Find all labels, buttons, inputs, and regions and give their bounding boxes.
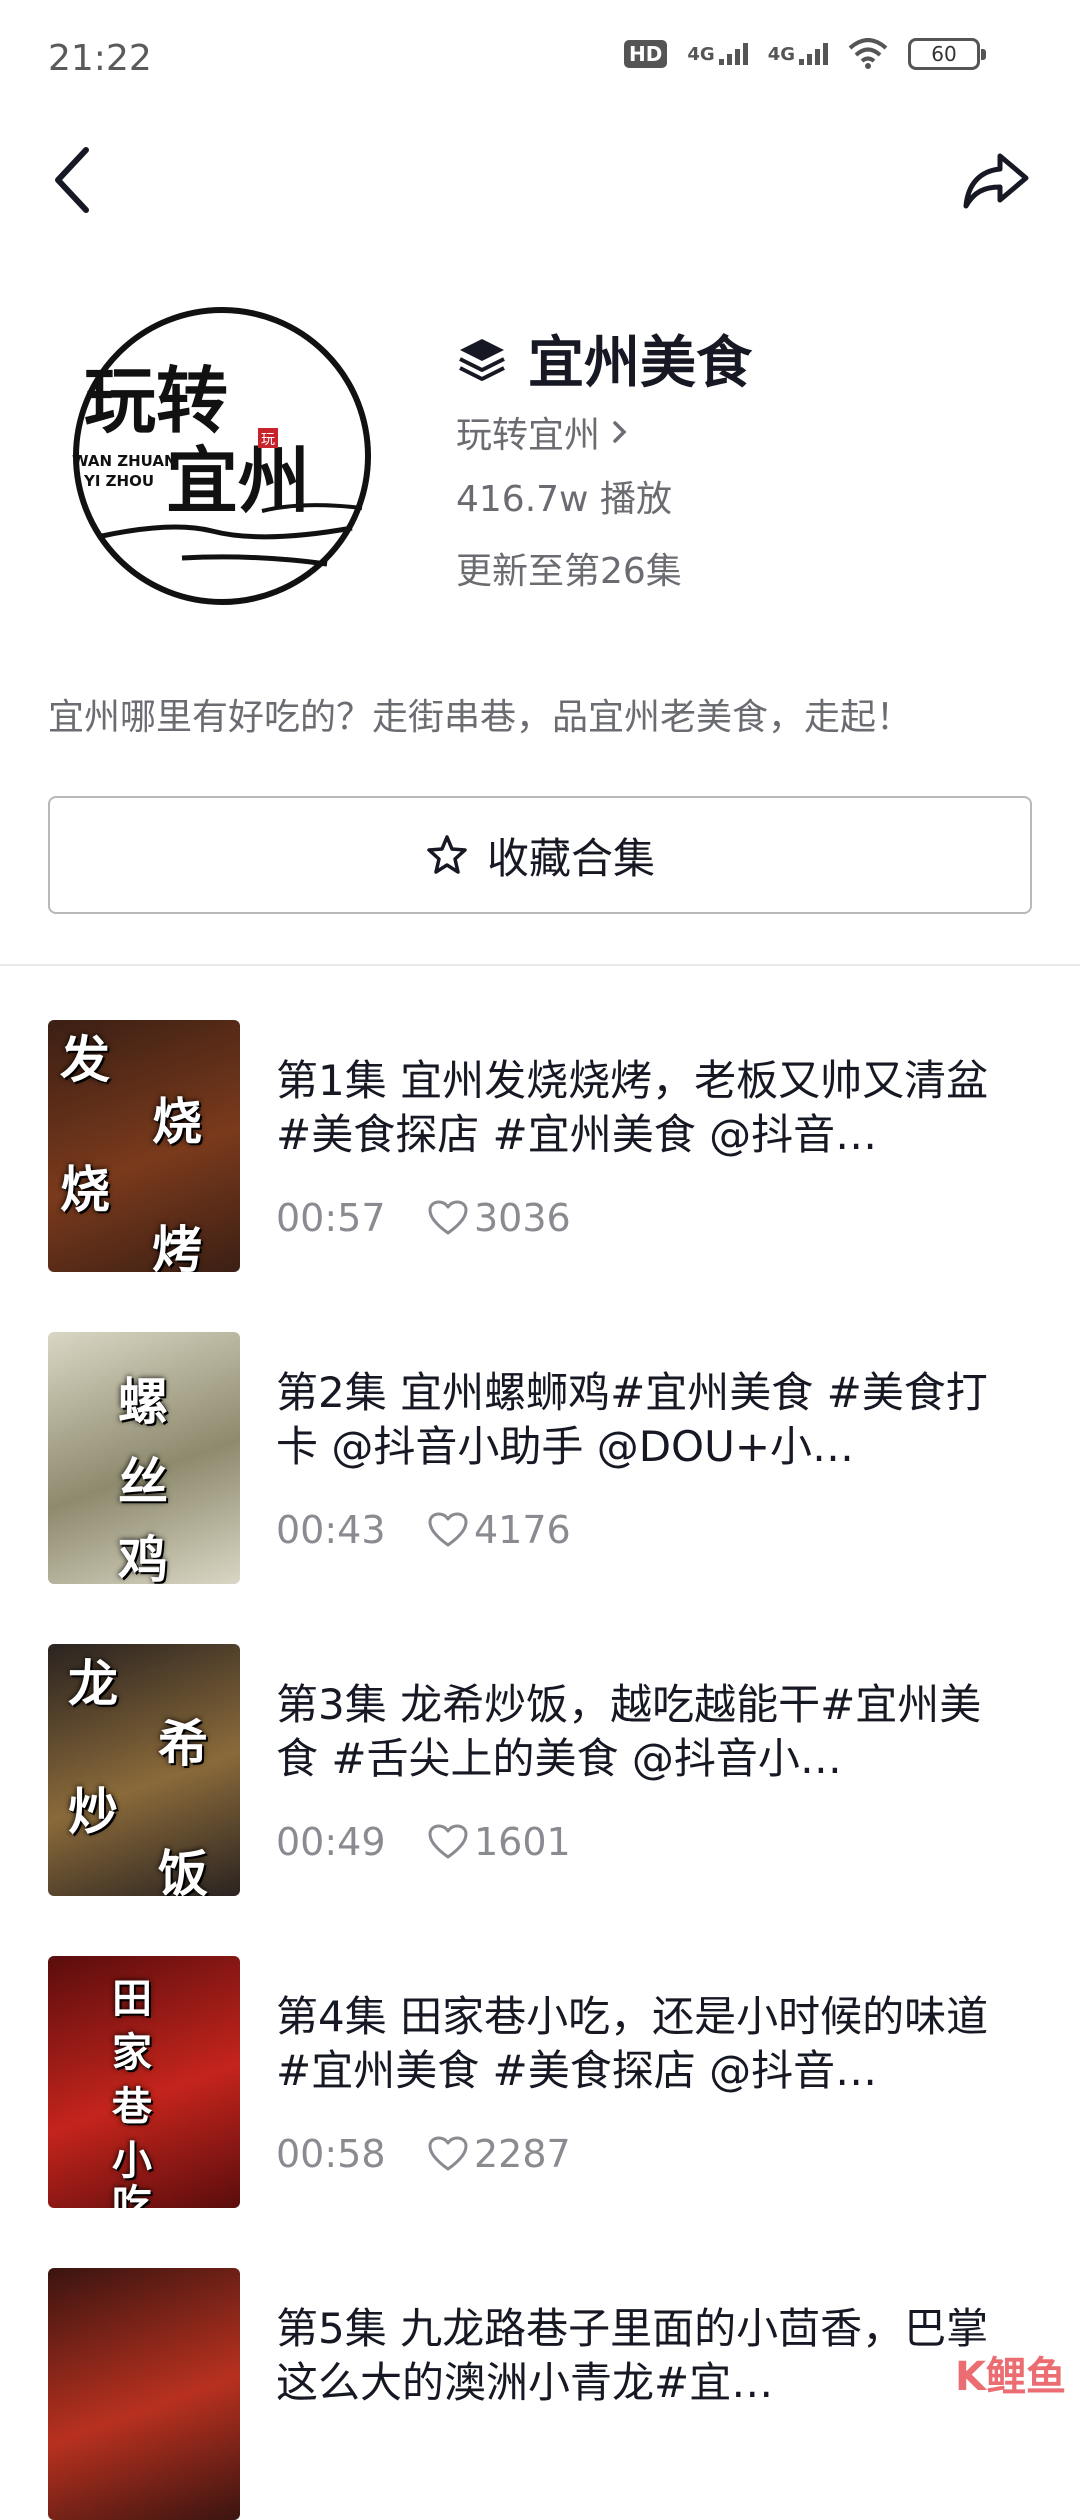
like-count: 4176 <box>474 1508 571 1552</box>
thumbnail-caption: 螺 <box>118 1362 168 1434</box>
thumbnail-caption: 饭 <box>158 1834 208 1896</box>
thumbnail-caption: 吃 <box>112 2172 152 2208</box>
cover-title-line2: 宜州 <box>166 438 310 523</box>
collection-title: 宜州美食 <box>456 318 752 399</box>
signal-icon: 4G <box>687 43 747 65</box>
thumbnail-caption: 田 <box>112 1966 152 2024</box>
heart-icon <box>428 1200 468 1236</box>
episode-likes: 1601 <box>428 1820 571 1864</box>
episode-title[interactable]: 第3集 龙希炒饭，越吃越能干#宜州美食 #舌尖上的美食 @抖音小… <box>276 1678 996 1786</box>
like-count: 2287 <box>474 2132 571 2176</box>
hd-icon: HD <box>624 40 667 68</box>
like-count: 3036 <box>474 1196 571 1240</box>
episode-meta: 00:57 3036 <box>276 1196 571 1240</box>
thumbnail-caption: 家 <box>112 2020 152 2078</box>
thumbnail-caption: 烧 <box>152 1082 202 1154</box>
cover-seal: 玩 <box>261 432 275 448</box>
signal-icon-2: 4G <box>768 43 828 65</box>
episode-title[interactable]: 第4集 田家巷小吃，还是小时候的味道#宜州美食 #美食探店 @抖音… <box>276 1990 996 2098</box>
collection-description: 宜州哪里有好吃的？走街串巷，品宜州老美食，走起！ <box>48 688 912 740</box>
layers-icon <box>456 333 508 385</box>
wifi-icon <box>848 38 888 70</box>
episode-likes: 4176 <box>428 1508 571 1552</box>
status-bar: 21:22 HD 4G 4G 60 <box>0 0 1080 120</box>
episode-meta: 00:49 1601 <box>276 1820 571 1864</box>
thumbnail-caption: 鸡 <box>118 1520 168 1584</box>
episode-title[interactable]: 第1集 宜州发烧烧烤，老板又帅又清盆#美食探店 #宜州美食 @抖音… <box>276 1054 996 1162</box>
thumbnail-caption: 烤 <box>152 1210 202 1272</box>
cover-pinyin-line2: YI ZHOU <box>83 472 154 490</box>
episode-likes: 2287 <box>428 2132 571 2176</box>
page-title: 宜州美食 <box>528 318 752 399</box>
star-icon <box>425 833 469 877</box>
collect-button[interactable]: 收藏合集 <box>48 796 1032 914</box>
episode-duration: 00:57 <box>276 1196 428 1240</box>
collection-cover: 玩转 宜州 WAN ZHUAN YI ZHOU 玩 <box>62 296 382 616</box>
thumbnail-caption: 龙 <box>68 1644 118 1716</box>
update-status: 更新至第26集 <box>456 542 682 594</box>
thumbnail-caption: 炒 <box>68 1772 118 1844</box>
thumbnail-caption: 发 <box>60 1020 110 1092</box>
cover-logo: 玩转 宜州 WAN ZHUAN YI ZHOU 玩 <box>62 296 382 616</box>
thumbnail-caption: 巷 <box>112 2074 152 2132</box>
watermark: K鲤鱼 <box>955 2344 1066 2402</box>
heart-icon <box>428 1512 468 1548</box>
cover-title-line1: 玩转 <box>84 358 228 443</box>
like-count: 1601 <box>474 1820 571 1864</box>
episode-duration: 00:49 <box>276 1820 428 1864</box>
list-item[interactable]: 发烧烧烤第1集 宜州发烧烧烤，老板又帅又清盆#美食探店 #宜州美食 @抖音…00… <box>48 1018 1032 1272</box>
thumbnail-caption: 丝 <box>118 1442 168 1514</box>
episode-duration: 00:58 <box>276 2132 428 2176</box>
episode-thumbnail[interactable]: 龙希炒饭 <box>48 1644 240 1896</box>
heart-icon <box>428 2136 468 2172</box>
episode-thumbnail[interactable]: 螺丝鸡 <box>48 1332 240 1584</box>
share-icon[interactable] <box>956 140 1036 220</box>
status-icons: HD 4G 4G 60 <box>624 38 980 70</box>
episode-thumbnail[interactable] <box>48 2268 240 2520</box>
thumbnail-caption: 烧 <box>60 1150 110 1222</box>
episode-title[interactable]: 第2集 宜州螺蛳鸡#宜州美食 #美食打卡 @抖音小助手 @DOU+小… <box>276 1366 996 1474</box>
author-name: 玩转宜州 <box>456 406 600 458</box>
list-item[interactable]: 龙希炒饭第3集 龙希炒饭，越吃越能干#宜州美食 #舌尖上的美食 @抖音小…00:… <box>48 1642 1032 1896</box>
back-icon[interactable] <box>44 140 104 220</box>
cover-pinyin-line1: WAN ZHUAN <box>72 452 177 470</box>
chevron-right-icon <box>610 417 630 447</box>
battery-icon: 60 <box>908 38 980 70</box>
episode-meta: 00:58 2287 <box>276 2132 571 2176</box>
collect-button-label: 收藏合集 <box>487 825 655 886</box>
episode-thumbnail[interactable]: 发烧烧烤 <box>48 1020 240 1272</box>
heart-icon <box>428 1824 468 1860</box>
divider <box>0 964 1080 966</box>
episode-duration: 00:43 <box>276 1508 428 1552</box>
episode-likes: 3036 <box>428 1196 571 1240</box>
author-link[interactable]: 玩转宜州 <box>456 406 630 458</box>
episode-thumbnail[interactable]: 田家巷小吃 <box>48 1956 240 2208</box>
episode-meta: 00:43 4176 <box>276 1508 571 1552</box>
list-item[interactable]: 第5集 九龙路巷子里面的小茴香，巴掌这么大的澳洲小青龙#宜… <box>48 2266 1032 2520</box>
play-count: 416.7w 播放 <box>456 470 672 522</box>
thumbnail-caption: 希 <box>158 1704 208 1776</box>
list-item[interactable]: 田家巷小吃第4集 田家巷小吃，还是小时候的味道#宜州美食 #美食探店 @抖音… 0… <box>48 1954 1032 2208</box>
list-item[interactable]: 螺丝鸡第2集 宜州螺蛳鸡#宜州美食 #美食打卡 @抖音小助手 @DOU+小…00… <box>48 1330 1032 1584</box>
episode-title[interactable]: 第5集 九龙路巷子里面的小茴香，巴掌这么大的澳洲小青龙#宜… <box>276 2302 996 2410</box>
status-time: 21:22 <box>48 38 152 79</box>
